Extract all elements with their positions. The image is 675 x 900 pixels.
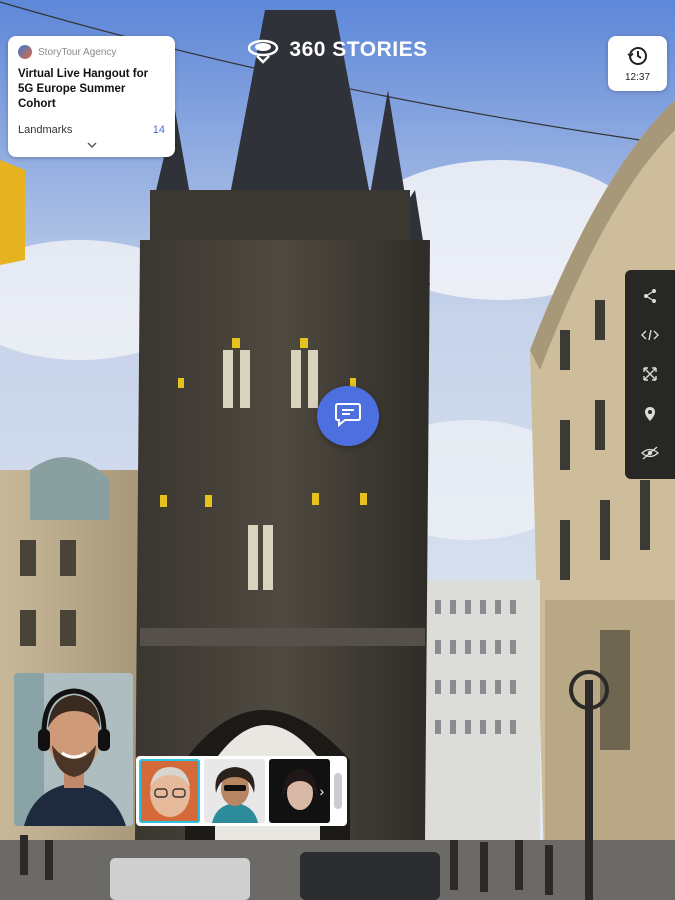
story-info-card[interactable]: StoryTour Agency Virtual Live Hangout fo… xyxy=(8,36,175,157)
participant-avatar xyxy=(139,759,201,823)
agency-name: StoryTour Agency xyxy=(38,46,117,58)
embed-code-icon[interactable] xyxy=(637,322,663,348)
participant-avatar xyxy=(204,759,266,823)
agency-row: StoryTour Agency xyxy=(18,45,165,59)
participant-tile[interactable] xyxy=(204,759,266,823)
clock-time: 12:37 xyxy=(624,71,651,83)
chevron-down-icon[interactable] xyxy=(8,140,175,151)
chat-button[interactable] xyxy=(317,386,379,446)
participants-scroll-handle[interactable] xyxy=(334,773,343,809)
chat-bubble-icon xyxy=(334,401,362,432)
location-pin-icon[interactable] xyxy=(637,401,663,427)
history-icon xyxy=(627,45,649,70)
host-avatar xyxy=(14,673,133,826)
participant-tile[interactable] xyxy=(139,759,201,823)
chevron-right-icon[interactable]: › xyxy=(319,783,324,799)
host-video-tile[interactable] xyxy=(14,673,133,826)
time-button[interactable]: 12:37 xyxy=(608,36,667,91)
landmarks-label: Landmarks xyxy=(18,124,73,136)
headset-globe-icon xyxy=(247,36,279,64)
story-title: Virtual Live Hangout for 5G Europe Summe… xyxy=(18,68,149,110)
fullscreen-icon[interactable] xyxy=(637,361,663,387)
hide-eye-icon[interactable] xyxy=(637,440,663,466)
landmarks-count: 14 xyxy=(152,124,165,136)
agency-logo-icon xyxy=(18,45,32,59)
landmarks-row[interactable]: Landmarks 14 xyxy=(18,124,165,136)
share-icon[interactable] xyxy=(637,283,663,309)
side-toolbar xyxy=(625,270,675,479)
participants-strip: › xyxy=(136,756,347,826)
brand-name: 360 STORIES xyxy=(289,38,428,61)
participant-tile[interactable]: › xyxy=(269,759,331,823)
